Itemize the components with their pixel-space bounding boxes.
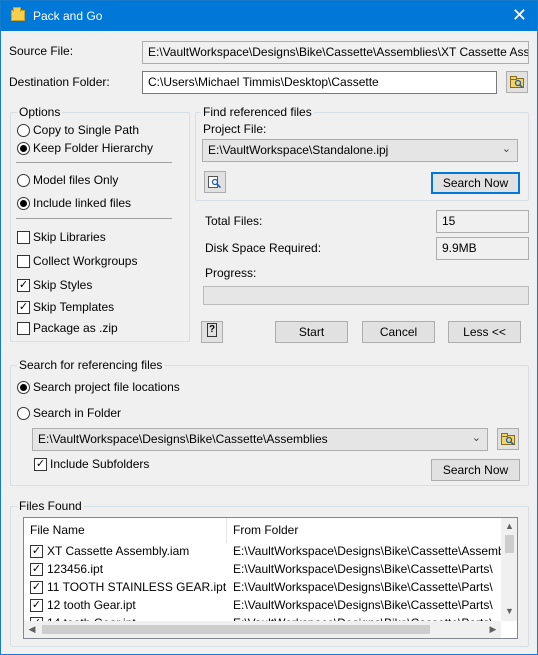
source-file-label: Source File: <box>9 44 74 58</box>
options-separator-2 <box>16 218 172 219</box>
search-now-folder-button[interactable]: Search Now <box>431 459 520 481</box>
folder-app-icon <box>11 7 25 21</box>
folder-browse-icon <box>501 433 515 445</box>
skip-templates-label: Skip Templates <box>33 300 115 314</box>
collect-workgroups-label: Collect Workgroups <box>33 254 138 268</box>
total-files-value: 15 <box>436 210 529 233</box>
horizontal-scroll-thumb[interactable] <box>42 625 430 634</box>
files-found-list[interactable]: File Name From Folder ✓ XT Cassette Asse… <box>23 517 518 639</box>
chevron-down-icon: ⌄ <box>471 432 481 444</box>
scroll-down-icon[interactable]: ▼ <box>501 606 517 616</box>
include-subfolders-label: Include Subfolders <box>50 457 150 471</box>
skip-styles-checkbox[interactable]: ✓ <box>17 279 30 292</box>
vertical-scrollbar[interactable]: ▲ ▼ <box>501 518 517 621</box>
row-checkbox[interactable]: ✓ <box>30 581 43 594</box>
model-files-only-label: Model files Only <box>33 173 119 187</box>
from-folder-cell: E:\VaultWorkspace\Designs\Bike\Cassette\… <box>233 562 493 576</box>
from-folder-cell: E:\VaultWorkspace\Designs\Bike\Cassette\… <box>233 544 501 558</box>
chevron-down-icon: ⌄ <box>501 143 511 155</box>
destination-folder-input[interactable]: C:\Users\Michael Timmis\Desktop\Cassette <box>142 71 497 94</box>
keep-folder-hierarchy-label: Keep Folder Hierarchy <box>33 141 154 155</box>
search-project-locations-radio[interactable] <box>17 381 30 394</box>
file-name-cell: XT Cassette Assembly.iam <box>47 544 190 558</box>
column-header-file-name[interactable]: File Name <box>24 518 227 543</box>
destination-folder-label: Destination Folder: <box>9 75 110 89</box>
title-bar: Pack and Go ✕ <box>1 1 537 31</box>
find-referenced-title: Find referenced files <box>201 105 314 119</box>
search-in-folder-label: Search in Folder <box>33 406 122 420</box>
help-icon: ? <box>207 323 217 337</box>
search-now-button[interactable]: Search Now <box>431 172 520 194</box>
package-zip-label: Package as .zip <box>33 321 118 335</box>
locate-file-icon <box>208 176 222 188</box>
source-file-field: E:\VaultWorkspace\Designs\Bike\Cassette\… <box>142 41 529 64</box>
table-row[interactable]: ✓ 11 TOOTH STAINLESS GEAR.ipt E:\VaultWo… <box>24 579 504 597</box>
total-files-label: Total Files: <box>205 214 263 228</box>
copy-single-path-label: Copy to Single Path <box>33 123 140 137</box>
files-found-title: Files Found <box>17 499 84 513</box>
progress-label: Progress: <box>205 266 257 280</box>
copy-single-path-radio[interactable] <box>17 124 30 137</box>
search-project-locations-label: Search project file locations <box>33 380 180 394</box>
disk-space-label: Disk Space Required: <box>205 241 322 255</box>
project-file-label: Project File: <box>203 122 267 136</box>
window-title: Pack and Go <box>33 9 103 23</box>
options-group-title: Options <box>17 105 63 119</box>
cancel-button[interactable]: Cancel <box>362 321 435 343</box>
vertical-scroll-thumb[interactable] <box>505 535 514 553</box>
package-zip-checkbox[interactable] <box>17 322 30 335</box>
progress-bar <box>203 286 529 305</box>
column-header-from-folder[interactable]: From Folder <box>227 518 503 543</box>
browse-search-folder-button[interactable] <box>497 428 519 450</box>
locate-file-button[interactable] <box>204 171 226 193</box>
include-linked-files-label: Include linked files <box>33 196 132 210</box>
row-checkbox[interactable]: ✓ <box>30 599 43 612</box>
search-referencing-title: Search for referencing files <box>17 358 165 372</box>
table-row[interactable]: ✓ XT Cassette Assembly.iam E:\VaultWorks… <box>24 543 504 561</box>
pack-and-go-window: Pack and Go ✕ Source File: E:\VaultWorks… <box>0 0 538 655</box>
search-folder-value: E:\VaultWorkspace\Designs\Bike\Cassette\… <box>38 432 328 446</box>
include-linked-files-radio[interactable] <box>17 197 30 210</box>
close-button[interactable]: ✕ <box>512 5 527 25</box>
table-row[interactable]: ✓ 12 tooth Gear.ipt E:\VaultWorkspace\De… <box>24 597 504 615</box>
less-button[interactable]: Less << <box>448 321 521 343</box>
search-folder-dropdown[interactable]: E:\VaultWorkspace\Designs\Bike\Cassette\… <box>32 428 488 451</box>
collect-workgroups-checkbox[interactable] <box>17 255 30 268</box>
browse-destination-button[interactable] <box>506 71 528 93</box>
disk-space-value: 9.9MB <box>436 237 529 260</box>
file-name-cell: 12 tooth Gear.ipt <box>47 598 136 612</box>
from-folder-cell: E:\VaultWorkspace\Designs\Bike\Cassette\… <box>233 598 493 612</box>
model-files-only-radio[interactable] <box>17 174 30 187</box>
skip-templates-checkbox[interactable]: ✓ <box>17 301 30 314</box>
scroll-left-icon[interactable]: ◀ <box>26 624 38 635</box>
folder-browse-icon <box>510 76 524 88</box>
skip-styles-label: Skip Styles <box>33 278 93 292</box>
scroll-up-icon[interactable]: ▲ <box>501 521 517 531</box>
search-in-folder-radio[interactable] <box>17 407 30 420</box>
from-folder-cell: E:\VaultWorkspace\Designs\Bike\Cassette\… <box>233 580 493 594</box>
keep-folder-hierarchy-radio[interactable] <box>17 142 30 155</box>
skip-libraries-checkbox[interactable] <box>17 231 30 244</box>
file-name-cell: 123456.ipt <box>47 562 104 576</box>
start-button[interactable]: Start <box>275 321 348 343</box>
row-checkbox[interactable]: ✓ <box>30 563 43 576</box>
skip-libraries-label: Skip Libraries <box>33 230 106 244</box>
file-name-cell: 11 TOOTH STAINLESS GEAR.ipt <box>47 580 227 594</box>
horizontal-scrollbar[interactable]: ◀ ▶ <box>24 621 501 638</box>
table-row[interactable]: ✓ 123456.ipt E:\VaultWorkspace\Designs\B… <box>24 561 504 579</box>
project-file-value: E:\VaultWorkspace\Standalone.ipj <box>208 143 389 157</box>
project-file-dropdown[interactable]: E:\VaultWorkspace\Standalone.ipj ⌄ <box>202 139 518 162</box>
help-button[interactable]: ? <box>201 321 223 343</box>
row-checkbox[interactable]: ✓ <box>30 545 43 558</box>
options-separator-1 <box>16 162 172 163</box>
scroll-right-icon[interactable]: ▶ <box>487 624 499 635</box>
include-subfolders-checkbox[interactable]: ✓ <box>34 458 47 471</box>
